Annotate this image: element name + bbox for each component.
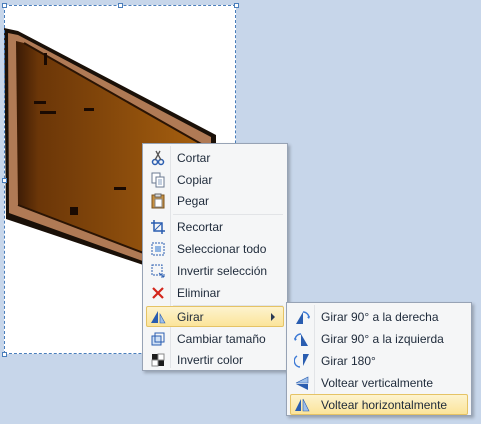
- menu-item-label: Girar 180°: [321, 354, 376, 368]
- submenu-arrow-icon: [271, 313, 275, 321]
- invert-selection-icon: [150, 263, 166, 279]
- menu-item-invertir-color[interactable]: Invertir color: [146, 349, 284, 370]
- select-all-icon: [150, 241, 166, 257]
- resize-handle-tm[interactable]: [118, 3, 123, 8]
- rotate-right-90-icon: [294, 309, 310, 325]
- submenu-item-girar-180[interactable]: Girar 180°: [290, 350, 468, 371]
- resize-handle-tl[interactable]: [2, 3, 7, 8]
- menu-item-label: Girar: [177, 310, 204, 324]
- menu-item-label: Eliminar: [177, 286, 221, 300]
- flip-horizontal-icon: [294, 397, 310, 413]
- menu-item-label: Pegar: [177, 194, 210, 208]
- menu-item-pegar[interactable]: Pegar: [146, 190, 284, 211]
- menu-item-seleccionar-todo[interactable]: Seleccionar todo: [146, 238, 284, 259]
- scissors-icon: [150, 150, 166, 166]
- context-menu: Cortar Copiar Pegar Recortar Seleccionar…: [142, 143, 288, 371]
- menu-item-label: Girar 90° a la izquierda: [321, 332, 444, 346]
- rotate-left-90-icon: [294, 331, 310, 347]
- menu-item-label: Voltear horizontalmente: [321, 398, 448, 412]
- menu-item-copiar[interactable]: Copiar: [146, 169, 284, 190]
- submenu-item-voltear-verticalmente[interactable]: Voltear verticalmente: [290, 372, 468, 393]
- resize-handle-ml[interactable]: [2, 178, 7, 183]
- delete-icon: [150, 285, 166, 301]
- paste-icon: [150, 193, 166, 209]
- menu-item-eliminar[interactable]: Eliminar: [146, 282, 284, 303]
- invert-color-icon: [150, 352, 166, 368]
- submenu-item-girar-90-izquierda[interactable]: Girar 90° a la izquierda: [290, 328, 468, 349]
- menu-item-label: Seleccionar todo: [177, 242, 267, 256]
- menu-item-cambiar-tamano[interactable]: Cambiar tamaño: [146, 328, 284, 349]
- menu-item-label: Voltear verticalmente: [321, 376, 434, 390]
- menu-item-label: Cortar: [177, 151, 211, 165]
- rotate-submenu: Girar 90° a la derecha Girar 90° a la iz…: [286, 302, 472, 416]
- menu-item-label: Copiar: [177, 173, 213, 187]
- resize-icon: [150, 331, 166, 347]
- menu-item-girar[interactable]: Girar: [146, 306, 284, 327]
- submenu-item-girar-90-derecha[interactable]: Girar 90° a la derecha: [290, 306, 468, 327]
- rotate-180-icon: [294, 353, 310, 369]
- menu-separator: [173, 214, 283, 215]
- copy-icon: [150, 172, 166, 188]
- menu-item-cortar[interactable]: Cortar: [146, 147, 284, 168]
- menu-item-label: Cambiar tamaño: [177, 332, 266, 346]
- flip-vertical-icon: [294, 375, 310, 391]
- rotate-icon: [150, 309, 166, 325]
- resize-handle-bl[interactable]: [2, 352, 7, 357]
- menu-item-invertir-seleccion[interactable]: Invertir selección: [146, 260, 284, 281]
- menu-item-label: Invertir color: [177, 353, 244, 367]
- crop-icon: [150, 219, 166, 235]
- menu-item-recortar[interactable]: Recortar: [146, 216, 284, 237]
- menu-item-label: Invertir selección: [177, 264, 268, 278]
- menu-item-label: Girar 90° a la derecha: [321, 310, 439, 324]
- menu-item-label: Recortar: [177, 220, 224, 234]
- submenu-item-voltear-horizontalmente[interactable]: Voltear horizontalmente: [290, 394, 468, 415]
- resize-handle-tr[interactable]: [234, 3, 239, 8]
